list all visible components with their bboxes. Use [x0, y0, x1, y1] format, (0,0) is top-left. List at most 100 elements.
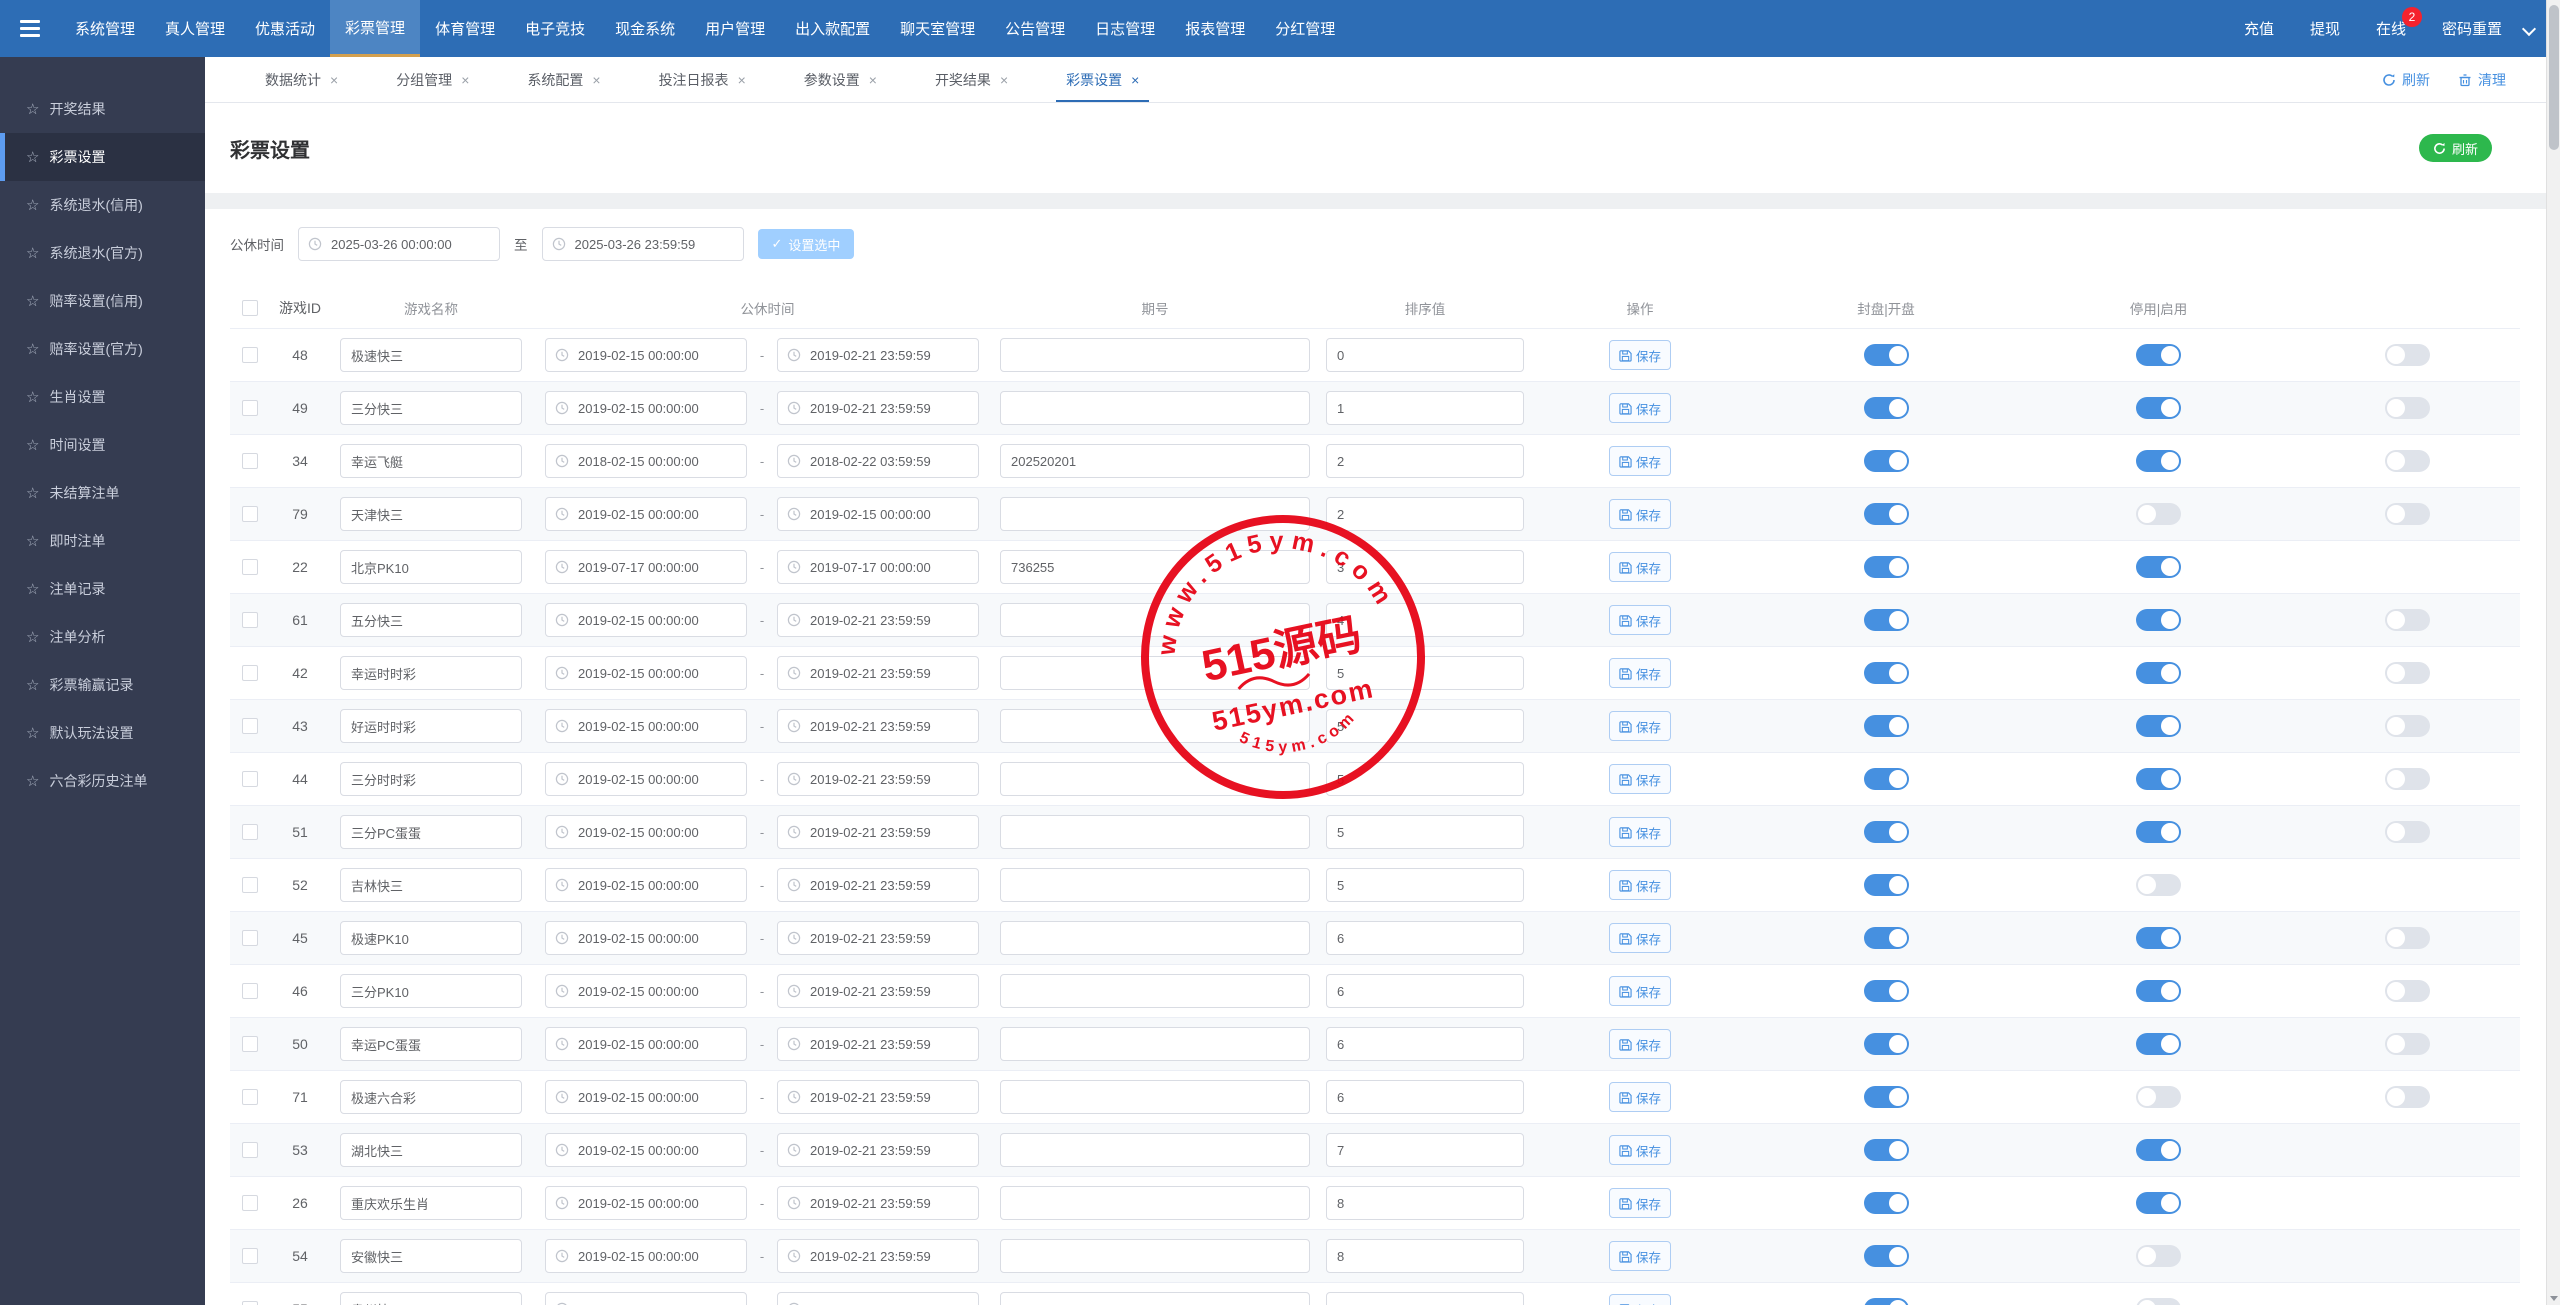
sort-value-input[interactable]: [1326, 762, 1524, 796]
extra-toggle[interactable]: [2385, 715, 2430, 737]
disable-enable-toggle[interactable]: [2136, 397, 2181, 419]
sort-value-input[interactable]: [1326, 1133, 1524, 1167]
holiday-end-input[interactable]: [777, 709, 979, 743]
sort-value-input[interactable]: [1326, 444, 1524, 478]
row-checkbox[interactable]: [242, 877, 258, 893]
nav-item[interactable]: 在线2: [2358, 0, 2424, 57]
holiday-start-input[interactable]: [545, 656, 747, 690]
game-name-input[interactable]: [340, 868, 522, 902]
sidebar-item[interactable]: ☆注单记录: [0, 565, 205, 613]
holiday-end-input[interactable]: [777, 1292, 979, 1305]
holiday-end-input[interactable]: [777, 921, 979, 955]
nav-item[interactable]: 优惠活动: [240, 0, 330, 57]
extra-toggle[interactable]: [2385, 450, 2430, 472]
game-name-input[interactable]: [340, 1186, 522, 1220]
holiday-start-input[interactable]: [545, 974, 747, 1008]
seal-open-toggle[interactable]: [1864, 715, 1909, 737]
sort-value-input[interactable]: [1326, 974, 1524, 1008]
issue-number-input[interactable]: [1000, 921, 1310, 955]
seal-open-toggle[interactable]: [1864, 927, 1909, 949]
game-name-input[interactable]: [340, 497, 522, 531]
tab[interactable]: 开奖结果×: [925, 57, 1018, 102]
game-name-input[interactable]: [340, 338, 522, 372]
row-checkbox[interactable]: [242, 506, 258, 522]
disable-enable-toggle[interactable]: [2136, 821, 2181, 843]
seal-open-toggle[interactable]: [1864, 556, 1909, 578]
disable-enable-toggle[interactable]: [2136, 715, 2181, 737]
holiday-end-input[interactable]: [777, 1027, 979, 1061]
extra-toggle[interactable]: [2385, 927, 2430, 949]
tabs-clear-button[interactable]: 清理: [2458, 70, 2506, 90]
holiday-start-input[interactable]: [545, 1292, 747, 1305]
issue-number-input[interactable]: [1000, 868, 1310, 902]
holiday-start-input[interactable]: [298, 227, 500, 261]
row-checkbox[interactable]: [242, 930, 258, 946]
row-checkbox[interactable]: [242, 824, 258, 840]
sort-value-input[interactable]: [1326, 1239, 1524, 1273]
nav-item[interactable]: 日志管理: [1080, 0, 1170, 57]
save-button[interactable]: 保存: [1609, 1135, 1671, 1165]
save-button[interactable]: 保存: [1609, 1294, 1671, 1305]
tab[interactable]: 分组管理×: [386, 57, 479, 102]
disable-enable-toggle[interactable]: [2136, 927, 2181, 949]
row-checkbox[interactable]: [242, 453, 258, 469]
game-name-input[interactable]: [340, 762, 522, 796]
seal-open-toggle[interactable]: [1864, 503, 1909, 525]
issue-number-input[interactable]: [1000, 550, 1310, 584]
holiday-end-input[interactable]: [777, 497, 979, 531]
extra-toggle[interactable]: [2385, 662, 2430, 684]
tab-close-icon[interactable]: ×: [592, 72, 600, 88]
nav-item[interactable]: 彩票管理: [330, 0, 420, 57]
issue-number-input[interactable]: [1000, 974, 1310, 1008]
issue-number-input[interactable]: [1000, 709, 1310, 743]
save-button[interactable]: 保存: [1609, 340, 1671, 370]
sidebar-item[interactable]: ☆未结算注单: [0, 469, 205, 517]
holiday-end-input[interactable]: [777, 391, 979, 425]
sort-value-input[interactable]: [1326, 391, 1524, 425]
save-button[interactable]: 保存: [1609, 658, 1671, 688]
row-checkbox[interactable]: [242, 1195, 258, 1211]
sidebar-item[interactable]: ☆时间设置: [0, 421, 205, 469]
holiday-start-input[interactable]: [545, 391, 747, 425]
seal-open-toggle[interactable]: [1864, 874, 1909, 896]
seal-open-toggle[interactable]: [1864, 397, 1909, 419]
nav-item[interactable]: 现金系统: [600, 0, 690, 57]
disable-enable-toggle[interactable]: [2136, 1192, 2181, 1214]
issue-number-input[interactable]: [1000, 603, 1310, 637]
disable-enable-toggle[interactable]: [2136, 344, 2181, 366]
holiday-end-input[interactable]: [542, 227, 744, 261]
tab-close-icon[interactable]: ×: [1131, 72, 1139, 88]
sidebar-item[interactable]: ☆开奖结果: [0, 85, 205, 133]
holiday-start-input[interactable]: [545, 603, 747, 637]
disable-enable-toggle[interactable]: [2136, 450, 2181, 472]
game-name-input[interactable]: [340, 921, 522, 955]
chevron-down-icon[interactable]: [2522, 21, 2536, 35]
game-name-input[interactable]: [340, 1292, 522, 1305]
save-button[interactable]: 保存: [1609, 711, 1671, 741]
save-button[interactable]: 保存: [1609, 499, 1671, 529]
holiday-end-input[interactable]: [777, 815, 979, 849]
seal-open-toggle[interactable]: [1864, 821, 1909, 843]
nav-item[interactable]: 密码重置: [2424, 0, 2520, 57]
page-refresh-button[interactable]: 刷新: [2419, 134, 2492, 162]
holiday-end-input[interactable]: [777, 1186, 979, 1220]
seal-open-toggle[interactable]: [1864, 609, 1909, 631]
sort-value-input[interactable]: [1326, 550, 1524, 584]
holiday-start-input[interactable]: [545, 762, 747, 796]
extra-toggle[interactable]: [2385, 768, 2430, 790]
nav-item[interactable]: 分红管理: [1260, 0, 1350, 57]
extra-toggle[interactable]: [2385, 397, 2430, 419]
save-button[interactable]: 保存: [1609, 1082, 1671, 1112]
tabs-refresh-button[interactable]: 刷新: [2382, 70, 2430, 90]
holiday-end-input[interactable]: [777, 762, 979, 796]
nav-item[interactable]: 系统管理: [60, 0, 150, 57]
issue-number-input[interactable]: [1000, 815, 1310, 849]
select-all-checkbox[interactable]: [242, 300, 258, 316]
sort-value-input[interactable]: [1326, 338, 1524, 372]
game-name-input[interactable]: [340, 444, 522, 478]
apply-selected-button[interactable]: ✓ 设置选中: [758, 229, 855, 259]
seal-open-toggle[interactable]: [1864, 1298, 1909, 1305]
holiday-end-input[interactable]: [777, 656, 979, 690]
holiday-start-input[interactable]: [545, 497, 747, 531]
tab[interactable]: 系统配置×: [517, 57, 610, 102]
